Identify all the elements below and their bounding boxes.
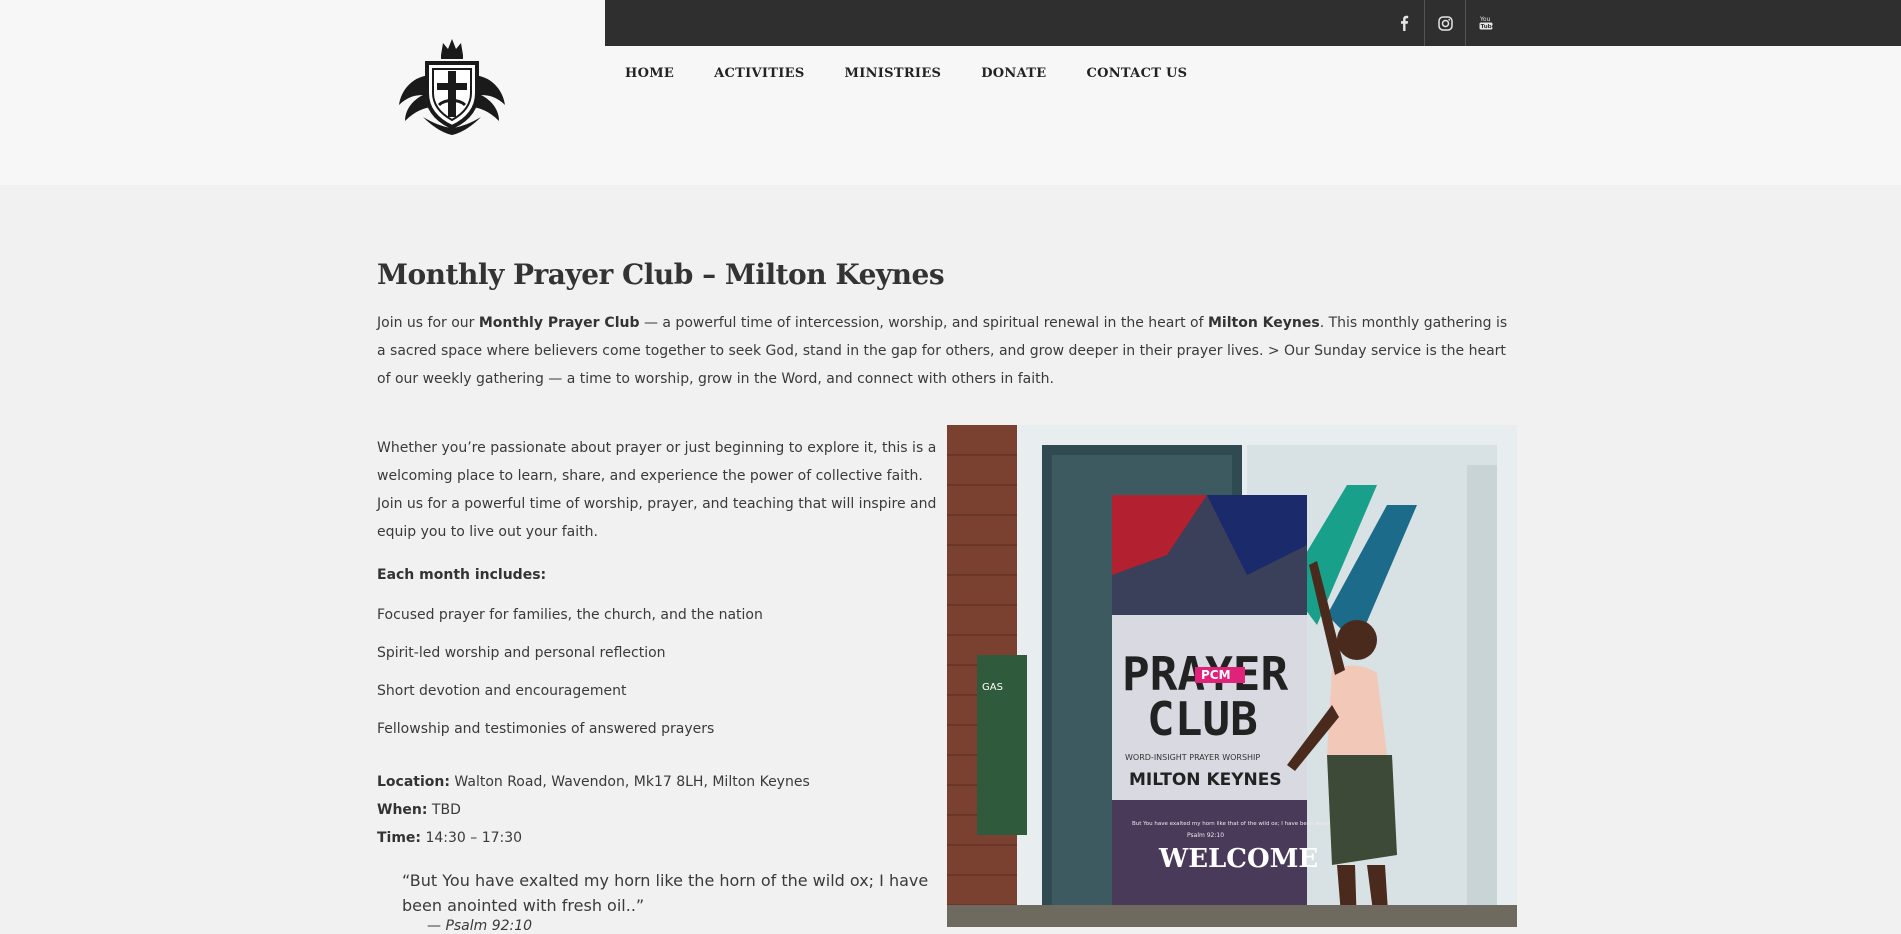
nav-activities[interactable]: ACTIVITIES	[714, 66, 804, 81]
time-value: 14:30 – 17:30	[421, 830, 523, 846]
top-bar: YouTube	[605, 0, 1901, 46]
intro-text-1: Join us for our	[377, 315, 479, 331]
scripture-quote: “But You have exalted my horn like the h…	[402, 871, 929, 915]
list-item: Short devotion and encouragement	[377, 683, 627, 699]
photo-illustration: GAS PRAYER CLUB PCM WORD-INSIGHT PRAYER …	[947, 425, 1517, 927]
when-label: When:	[377, 802, 428, 818]
instagram-icon[interactable]	[1424, 0, 1465, 46]
banner-subtitle: WORD-INSIGHT PRAYER WORSHIP	[1125, 753, 1260, 762]
banner-welcome: WELCOME	[1158, 844, 1318, 874]
intro-text-2: — a powerful time of intercession, worsh…	[639, 315, 1208, 331]
body-paragraph-1: Whether you’re passionate about prayer o…	[377, 440, 937, 484]
nav-home[interactable]: HOME	[625, 66, 674, 81]
time-label: Time:	[377, 830, 422, 846]
nav-donate[interactable]: DONATE	[981, 66, 1046, 81]
includes-heading: Each month includes:	[377, 567, 547, 583]
banner-reference: Psalm 92:10	[1187, 832, 1224, 839]
nav-ministries[interactable]: MINISTRIES	[845, 66, 942, 81]
body-paragraph-2: Join us for a powerful time of worship, …	[377, 496, 937, 540]
nav-contact-us[interactable]: CONTACT US	[1086, 66, 1187, 81]
youtube-icon[interactable]: YouTube	[1465, 0, 1506, 46]
banner-tag: PCM	[1201, 668, 1231, 682]
includes-list: Focused prayer for families, the church,…	[377, 605, 763, 757]
event-details: Location: Walton Road, Wavendon, Mk17 8L…	[377, 768, 810, 852]
church-logo[interactable]	[393, 35, 511, 139]
when-value: TBD	[427, 802, 461, 818]
site-header: YouTube HOME ACTIVITIES MINISTRIES DONAT…	[0, 0, 1901, 185]
facebook-icon[interactable]	[1384, 0, 1424, 46]
list-item: Focused prayer for families, the church,…	[377, 607, 763, 623]
social-links: YouTube	[1384, 0, 1506, 46]
intro-bold-club: Monthly Prayer Club	[478, 315, 640, 331]
time-line: Time: 14:30 – 17:30	[377, 824, 810, 852]
location-label: Location:	[377, 774, 450, 790]
location-line: Location: Walton Road, Wavendon, Mk17 8L…	[377, 768, 810, 796]
when-line: When: TBD	[377, 796, 810, 824]
gas-sign-text: GAS	[982, 682, 1003, 693]
banner-city: MILTON KEYNES	[1129, 770, 1282, 790]
scripture-reference: — Psalm 92:10	[427, 918, 533, 934]
location-value: Walton Road, Wavendon, Mk17 8LH, Milton …	[449, 774, 810, 790]
list-item: Spirit-led worship and personal reflecti…	[377, 645, 666, 661]
crest-icon	[399, 39, 505, 135]
svg-text:Tube: Tube	[1481, 24, 1493, 30]
intro-bold-city: Milton Keynes	[1207, 315, 1320, 331]
svg-text:You: You	[1479, 16, 1491, 23]
body-text: Whether you’re passionate about prayer o…	[377, 434, 942, 546]
list-item: Fellowship and testimonies of answered p…	[377, 721, 715, 737]
intro-paragraph: Join us for our Monthly Prayer Club — a …	[377, 309, 1517, 393]
page-title: Monthly Prayer Club – Milton Keynes	[377, 258, 945, 291]
prayer-club-photo: GAS PRAYER CLUB PCM WORD-INSIGHT PRAYER …	[947, 425, 1517, 927]
banner-title-2: CLUB	[1147, 692, 1258, 746]
main-nav: HOME ACTIVITIES MINISTRIES DONATE CONTAC…	[625, 66, 1187, 81]
